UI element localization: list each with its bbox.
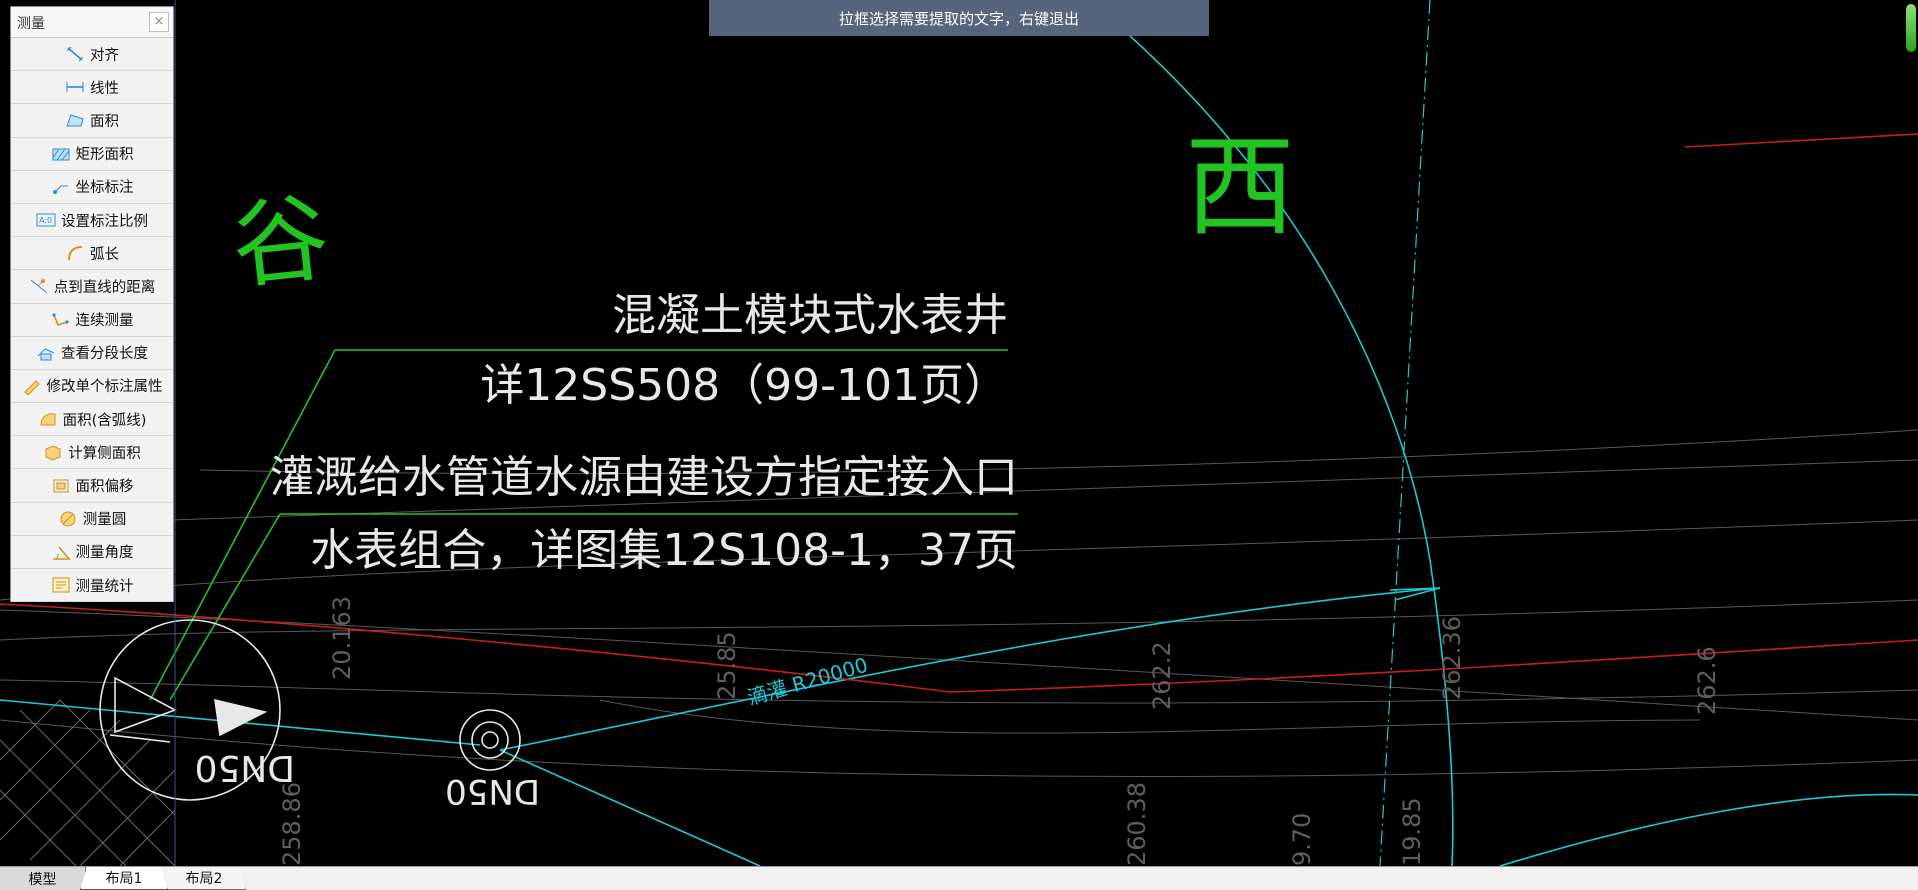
- tool-edit-annotation[interactable]: 修改单个标注属性: [11, 369, 173, 404]
- tool-label: 测量圆: [82, 512, 127, 529]
- measure-statistics-icon: [51, 576, 71, 594]
- tool-area-with-arc[interactable]: 面积(含弧线): [11, 403, 173, 437]
- tool-aligned-dimension[interactable]: 对齐: [11, 38, 173, 72]
- panel-header[interactable]: 测量 ×: [11, 7, 173, 38]
- segment-length-icon: [36, 344, 56, 362]
- tool-side-area[interactable]: 计算侧面积: [11, 436, 173, 470]
- elevation-label: 258.86: [278, 782, 306, 866]
- side-area-icon: [43, 443, 63, 461]
- tool-label: 点到直线的距离: [53, 279, 156, 296]
- tool-label: 线性: [90, 80, 119, 97]
- layout-tab-bar: 模型 布局2 布局1: [0, 866, 1918, 890]
- cad-drawing[interactable]: 谷 西 混凝土模块式水表井 详12SS508（99-101页） 灌溉给水管道水源…: [0, 0, 1918, 866]
- valley-label: 谷: [227, 181, 334, 302]
- tool-measure-statistics[interactable]: 测量统计: [11, 569, 173, 603]
- annotation-scale-icon: A:0: [36, 211, 56, 229]
- measure-angle-icon: [51, 543, 71, 561]
- elevation-label: 19.85: [1398, 797, 1426, 866]
- tool-label: 修改单个标注属性: [46, 379, 163, 396]
- arc-length-icon: [65, 244, 85, 262]
- elevation-labels: 20.163 25.85 262.2 262.36 262.6 260.38 2…: [278, 596, 1721, 866]
- close-button[interactable]: ×: [149, 12, 169, 32]
- dn-label-1: DN50: [195, 747, 295, 788]
- tool-label: 连续测量: [75, 313, 134, 330]
- west-label: 西: [1185, 123, 1295, 251]
- measure-circle-icon: [58, 510, 78, 528]
- tool-area-offset[interactable]: 面积偏移: [11, 469, 173, 503]
- tool-label: 测量角度: [75, 545, 134, 562]
- hatch-area: [0, 699, 176, 866]
- tool-rectangle-area[interactable]: 矩形面积: [11, 137, 173, 171]
- tool-list: 对齐线性面积矩形面积坐标标注 A:0 设置标注比例 弧长点到直线的距离 连续测量查看分段…: [11, 38, 173, 603]
- hint-bar: 拉框选择需要提取的文字，右键退出: [709, 0, 1209, 36]
- tool-measure-circle[interactable]: 测量圆: [11, 502, 173, 536]
- tool-label: 测量统计: [75, 578, 134, 595]
- tab-layout1[interactable]: 布局1: [80, 867, 168, 890]
- tool-label: 查看分段长度: [61, 346, 148, 363]
- area-icon: [65, 111, 85, 129]
- dn-label-2: DN50: [445, 771, 540, 811]
- aligned-dimension-icon: [65, 45, 85, 63]
- measure-panel: 测量 × 对齐线性面积矩形面积坐标标注 A:0 设置标注比例 弧长点到直线的距离 连续测…: [10, 6, 174, 603]
- tool-linear-dimension[interactable]: 线性: [11, 71, 173, 105]
- elevation-label: 20.163: [328, 596, 356, 680]
- tool-label: 矩形面积: [75, 147, 134, 164]
- elevation-label: 9.70: [1288, 813, 1316, 866]
- tool-label: 面积偏移: [75, 479, 134, 496]
- svg-text:A:0: A:0: [39, 216, 52, 225]
- tool-label: 面积: [90, 113, 119, 130]
- tool-label: 坐标标注: [75, 180, 134, 197]
- tool-point-to-line-distance[interactable]: 点到直线的距离: [11, 270, 173, 304]
- tool-annotation-scale[interactable]: A:0 设置标注比例: [11, 203, 173, 238]
- scroll-indicator[interactable]: [1906, 4, 1916, 52]
- tool-label: 面积(含弧线): [62, 412, 147, 429]
- panel-title: 测量: [17, 16, 45, 32]
- point-to-line-distance-icon: [29, 277, 49, 295]
- edit-annotation-icon: [22, 377, 42, 395]
- tool-area[interactable]: 面积: [11, 104, 173, 138]
- cyan-lines: [0, 0, 1918, 866]
- elevation-label: 262.2: [1148, 641, 1176, 710]
- elevation-label: 260.38: [1123, 782, 1151, 866]
- drawing-canvas[interactable]: 谷 西 混凝土模块式水表井 详12SS508（99-101页） 灌溉给水管道水源…: [0, 0, 1918, 866]
- area-offset-icon: [51, 477, 71, 495]
- tool-segment-length[interactable]: 查看分段长度: [11, 336, 173, 370]
- rectangle-area-icon: [51, 145, 71, 163]
- area-with-arc-icon: [38, 410, 58, 428]
- tool-label: 设置标注比例: [61, 213, 148, 230]
- note-line-4: 水表组合，详图集12S108-1，37页: [310, 525, 1018, 576]
- elevation-label: 262.36: [1438, 616, 1466, 700]
- tool-label: 对齐: [90, 47, 119, 64]
- tab-layout2[interactable]: 布局2: [162, 867, 246, 890]
- coordinate-annotation-icon: [51, 178, 71, 196]
- tool-measure-angle[interactable]: 测量角度: [11, 535, 173, 569]
- continuous-measure-icon: [51, 311, 71, 329]
- elevation-label: 25.85: [713, 631, 741, 700]
- tool-continuous-measure[interactable]: 连续测量: [11, 303, 173, 337]
- tab-model[interactable]: 模型: [0, 867, 86, 890]
- elevation-label: 262.6: [1693, 646, 1721, 715]
- tool-coordinate-annotation[interactable]: 坐标标注: [11, 170, 173, 204]
- note-line-3: 灌溉给水管道水源由建设方指定接入口: [270, 452, 1018, 503]
- tool-label: 弧长: [90, 246, 119, 263]
- tool-arc-length[interactable]: 弧长: [11, 237, 173, 271]
- note-line-2: 详12SS508（99-101页）: [480, 360, 1008, 411]
- note-line-1: 混凝土模块式水表井: [612, 290, 1008, 341]
- linear-dimension-icon: [65, 78, 85, 96]
- tool-label: 计算侧面积: [68, 445, 141, 462]
